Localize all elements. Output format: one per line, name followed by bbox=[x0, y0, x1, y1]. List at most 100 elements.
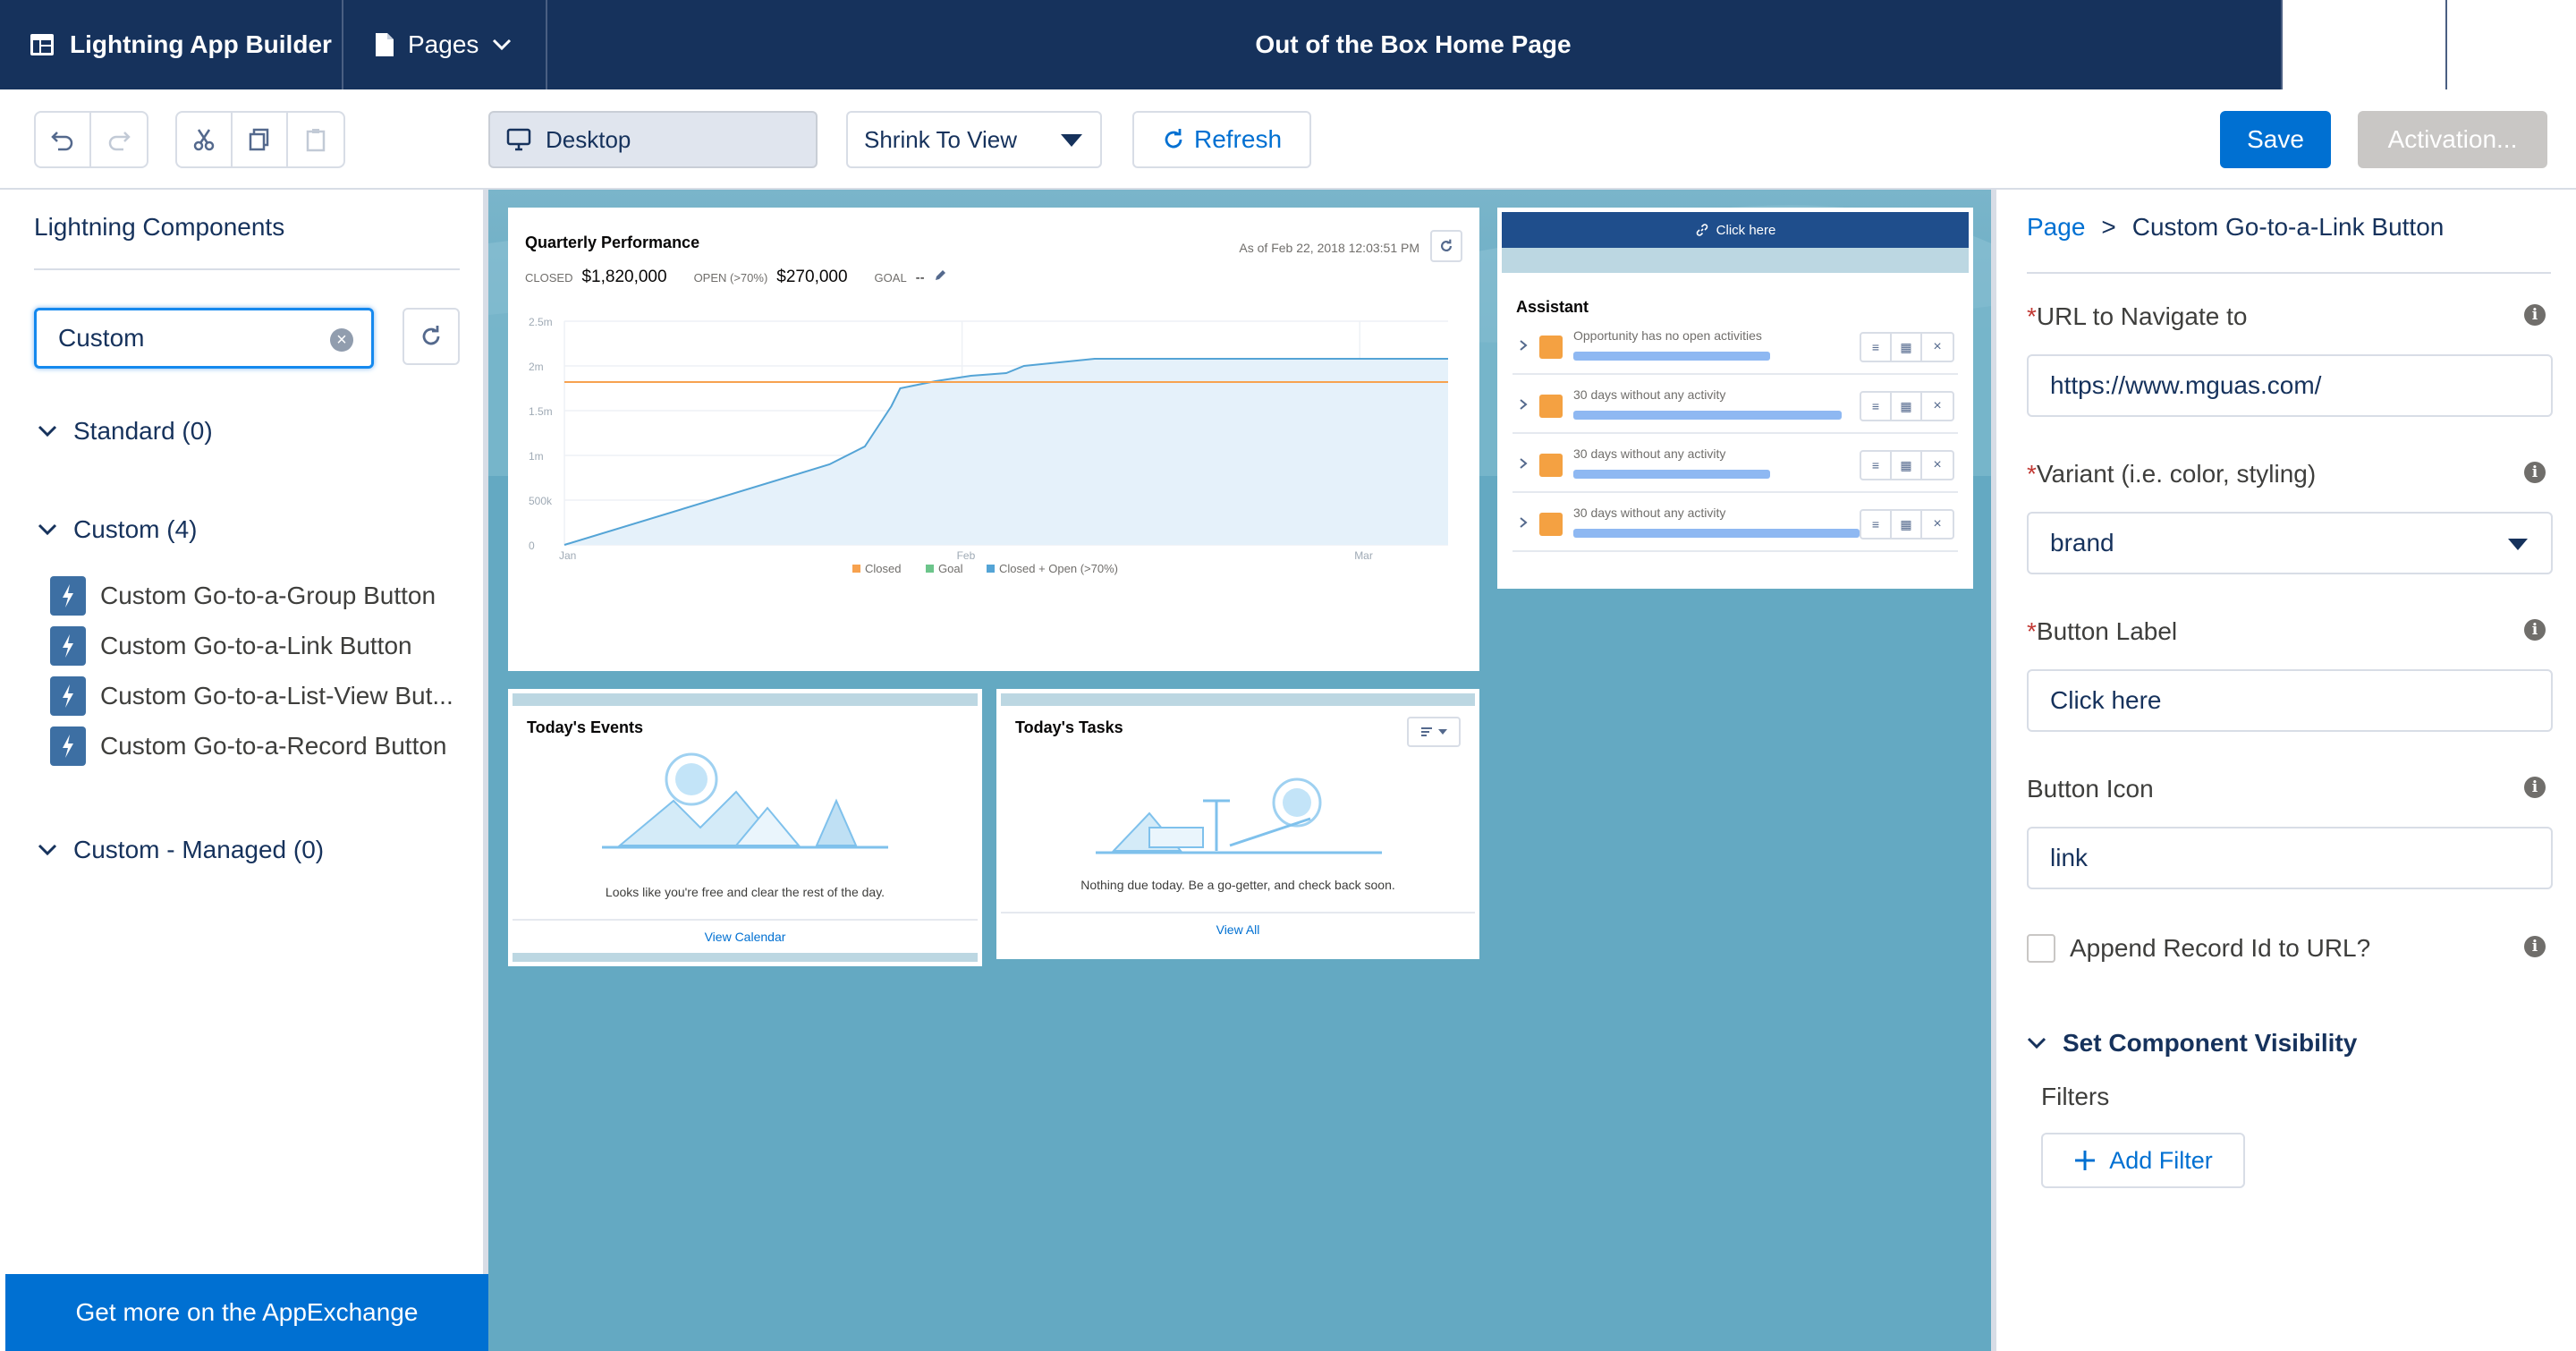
page-title: Out of the Box Home Page bbox=[1255, 30, 1572, 58]
chevron-right-icon[interactable] bbox=[1518, 339, 1529, 352]
view-calendar-link[interactable]: View Calendar bbox=[513, 930, 978, 944]
add-filter-button[interactable]: Add Filter bbox=[2041, 1133, 2245, 1188]
visibility-section-toggle[interactable]: Set Component Visibility bbox=[2027, 1029, 2357, 1058]
refresh-components-button[interactable] bbox=[402, 308, 460, 365]
todays-events-card[interactable]: Today's Events Looks like you're free an… bbox=[508, 689, 982, 966]
pencil-icon[interactable] bbox=[934, 269, 946, 282]
tasks-filter-button[interactable] bbox=[1407, 717, 1461, 747]
view-all-link[interactable]: View All bbox=[1001, 922, 1475, 937]
append-record-id-checkbox[interactable] bbox=[2027, 934, 2055, 963]
calendar-icon[interactable]: ▦ bbox=[1892, 393, 1922, 420]
info-icon[interactable]: i bbox=[2524, 462, 2546, 483]
filters-label: Filters bbox=[2041, 1083, 2110, 1110]
clipboard-icon bbox=[306, 129, 326, 152]
y-tick-label: 500k bbox=[529, 495, 553, 507]
info-icon[interactable]: i bbox=[2524, 777, 2546, 798]
component-item[interactable]: Custom Go-to-a-Record Button bbox=[50, 726, 447, 766]
scissors-icon bbox=[193, 129, 215, 151]
assistant-item[interactable]: 30 days without any activity ≡ ▦ × bbox=[1513, 438, 1958, 493]
assistant-item[interactable]: 30 days without any activity ≡ ▦ × bbox=[1513, 378, 1958, 434]
refresh-button[interactable]: Refresh bbox=[1132, 111, 1311, 168]
section-standard[interactable]: Standard (0) bbox=[38, 417, 213, 446]
sort-icon bbox=[1421, 727, 1432, 736]
activation-button[interactable]: Activation... bbox=[2358, 111, 2547, 168]
close-icon[interactable]: × bbox=[1922, 334, 1953, 361]
info-icon[interactable]: i bbox=[2524, 936, 2546, 957]
refresh-icon bbox=[422, 326, 440, 345]
close-icon[interactable]: × bbox=[1922, 393, 1953, 420]
task-icon[interactable]: ≡ bbox=[1861, 452, 1892, 479]
chevron-right-icon[interactable] bbox=[1518, 398, 1529, 411]
info-icon[interactable]: i bbox=[2524, 619, 2546, 641]
help-label: Help bbox=[2499, 30, 2551, 58]
y-tick-label: 1m bbox=[529, 450, 544, 463]
device-selector[interactable]: Desktop bbox=[488, 111, 818, 168]
crown-icon bbox=[1539, 513, 1563, 536]
info-icon[interactable]: i bbox=[2524, 304, 2546, 326]
open-label: OPEN (>70%) bbox=[693, 271, 768, 285]
assistant-header-band bbox=[1502, 248, 1969, 273]
open-value: $270,000 bbox=[776, 268, 848, 286]
component-search-input[interactable]: Custom × bbox=[34, 308, 374, 369]
goal-value: -- bbox=[915, 270, 925, 285]
button-icon-input[interactable]: link bbox=[2027, 827, 2553, 889]
zoom-select-value: Shrink To View bbox=[864, 125, 1018, 153]
lightning-bolt-icon bbox=[50, 726, 86, 766]
help-button[interactable]: ? Help bbox=[2445, 0, 2576, 89]
copy-icon bbox=[249, 128, 269, 151]
legend-label: Goal bbox=[938, 562, 963, 575]
appexchange-button[interactable]: Get more on the AppExchange bbox=[5, 1274, 488, 1351]
task-icon[interactable]: ≡ bbox=[1861, 393, 1892, 420]
assistant-item[interactable]: 30 days without any activity ≡ ▦ × bbox=[1513, 497, 1958, 552]
close-icon[interactable]: × bbox=[1922, 452, 1953, 479]
save-button[interactable]: Save bbox=[2220, 111, 2331, 168]
assistant-item-text: Opportunity has no open activities bbox=[1573, 328, 1762, 343]
button-label-input-value: Click here bbox=[2050, 686, 2162, 714]
variant-select[interactable]: brand bbox=[2027, 512, 2553, 574]
chevron-down-icon bbox=[493, 38, 512, 51]
button-label-field-label: *Button Label bbox=[2027, 617, 2178, 645]
calendar-icon[interactable]: ▦ bbox=[1892, 511, 1922, 538]
task-icon[interactable]: ≡ bbox=[1861, 511, 1892, 538]
page-icon bbox=[376, 33, 394, 56]
calendar-icon[interactable]: ▦ bbox=[1892, 334, 1922, 361]
y-tick-label: 0 bbox=[529, 540, 535, 552]
close-icon[interactable]: × bbox=[1922, 511, 1953, 538]
assistant-actions: ≡ ▦ × bbox=[1860, 332, 1954, 362]
chevron-right-icon[interactable] bbox=[1518, 457, 1529, 470]
url-input[interactable]: https://www.mguas.com/ bbox=[2027, 354, 2553, 417]
assistant-card[interactable]: Click here Assistant Opportunity has no … bbox=[1497, 208, 1973, 589]
clear-search-icon[interactable]: × bbox=[330, 328, 353, 352]
todays-tasks-card[interactable]: Today's Tasks Nothing due today. Be a go… bbox=[996, 689, 1479, 959]
calendar-icon[interactable]: ▦ bbox=[1892, 452, 1922, 479]
button-label-input[interactable]: Click here bbox=[2027, 669, 2553, 732]
undo-button[interactable] bbox=[36, 113, 91, 166]
zoom-select[interactable]: Shrink To View bbox=[846, 111, 1102, 168]
legend-label: Closed + Open (>70%) bbox=[999, 562, 1118, 575]
section-custom-managed[interactable]: Custom - Managed (0) bbox=[38, 836, 324, 864]
legend-swatch bbox=[852, 565, 860, 573]
component-item[interactable]: Custom Go-to-a-Group Button bbox=[50, 576, 436, 616]
assistant-item[interactable]: Opportunity has no open activities ≡ ▦ × bbox=[1513, 319, 1958, 375]
caret-down-icon bbox=[1061, 134, 1082, 147]
back-button[interactable]: Back bbox=[2281, 0, 2445, 89]
section-custom[interactable]: Custom (4) bbox=[38, 515, 197, 544]
cut-button[interactable] bbox=[177, 113, 233, 166]
task-icon[interactable]: ≡ bbox=[1861, 334, 1892, 361]
custom-link-button[interactable]: Click here bbox=[1502, 212, 1969, 248]
quarterly-summary: CLOSED $1,820,000 OPEN (>70%) $270,000 G… bbox=[525, 268, 946, 287]
toolbar: Desktop Shrink To View Refresh Save Acti… bbox=[0, 89, 2576, 190]
paste-button[interactable] bbox=[288, 113, 343, 166]
chevron-right-icon[interactable] bbox=[1518, 516, 1529, 529]
crown-icon bbox=[1539, 395, 1563, 418]
redo-button[interactable] bbox=[91, 113, 147, 166]
chart-refresh-button[interactable] bbox=[1430, 230, 1462, 262]
component-item[interactable]: Custom Go-to-a-List-View But... bbox=[50, 676, 453, 716]
quarterly-performance-card[interactable]: Quarterly Performance As of Feb 22, 2018… bbox=[508, 208, 1479, 671]
breadcrumb-page-link[interactable]: Page bbox=[2027, 213, 2085, 242]
card-top-band bbox=[513, 693, 978, 706]
pages-menu[interactable]: Pages bbox=[343, 0, 547, 89]
component-item[interactable]: Custom Go-to-a-Link Button bbox=[50, 626, 412, 666]
copy-button[interactable] bbox=[233, 113, 288, 166]
legend-swatch bbox=[987, 565, 995, 573]
